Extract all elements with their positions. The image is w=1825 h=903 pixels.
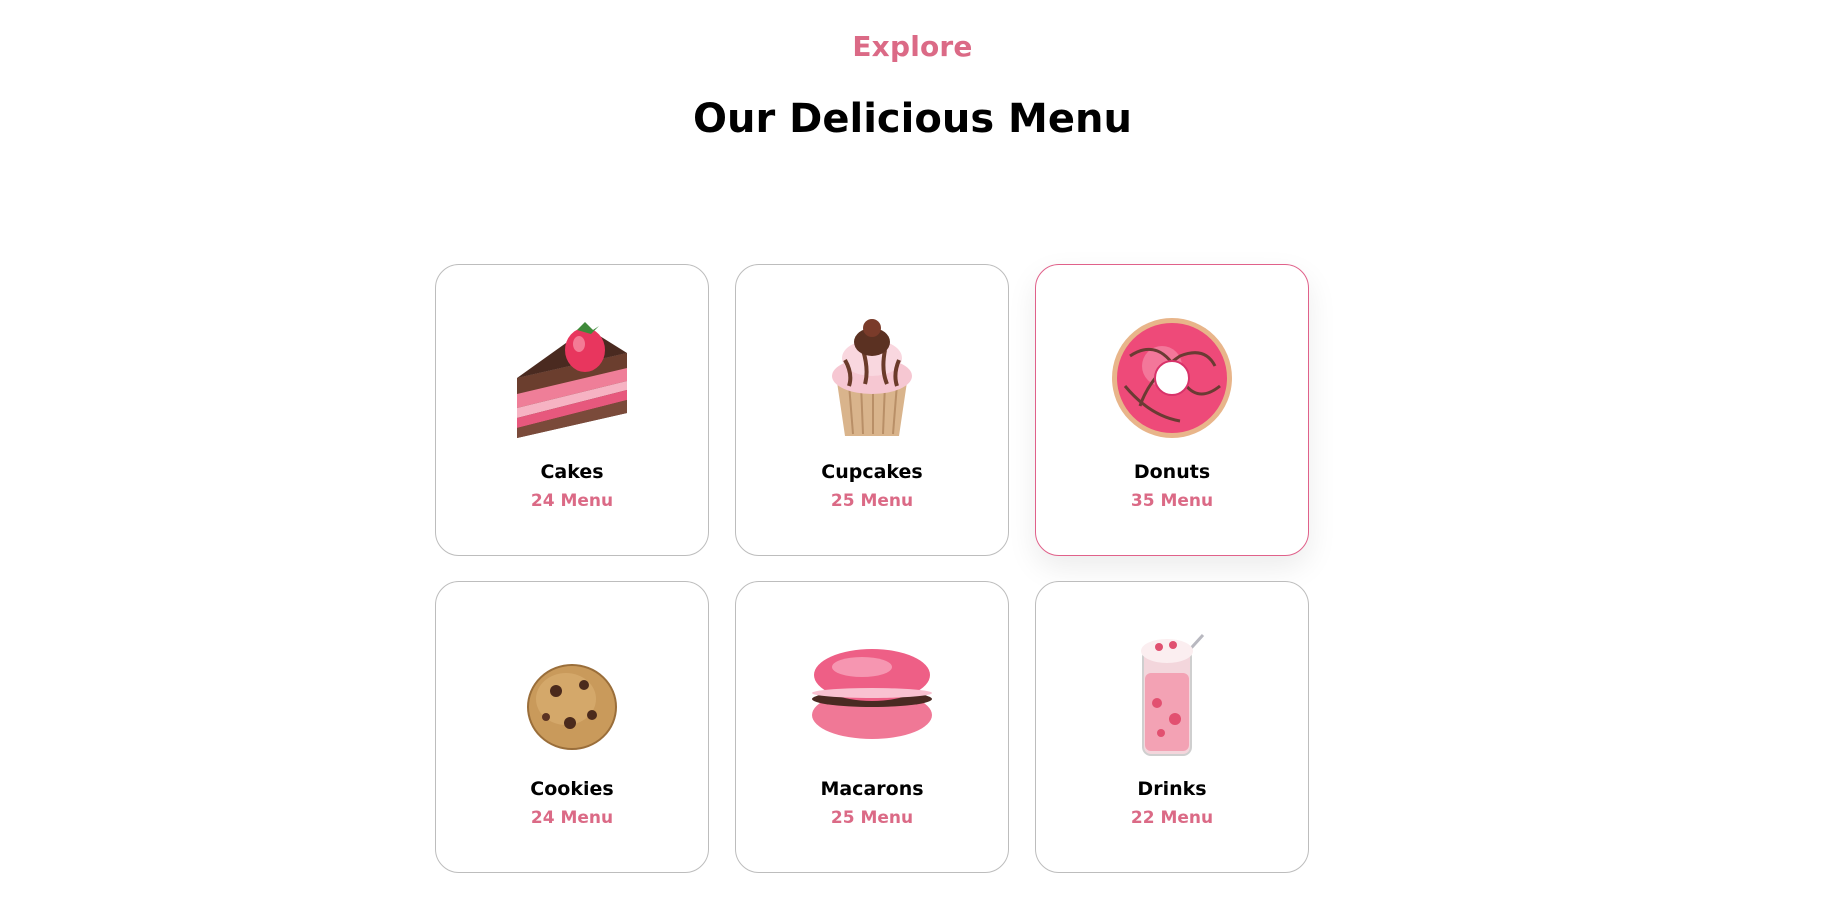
category-count: 25 Menu: [830, 491, 914, 511]
section-eyebrow: Explore: [852, 30, 973, 63]
cupcake-icon: [736, 315, 1008, 441]
category-count: 24 Menu: [530, 491, 614, 511]
category-name: Cookies: [530, 778, 614, 800]
category-card-macarons[interactable]: Macarons 25 Menu: [735, 581, 1009, 873]
cookie-icon: [436, 632, 708, 758]
category-card-cookies[interactable]: Cookies 24 Menu: [435, 581, 709, 873]
category-name: Donuts: [1133, 461, 1211, 483]
category-card-drinks[interactable]: Drinks 22 Menu: [1035, 581, 1309, 873]
category-name: Drinks: [1137, 778, 1207, 800]
category-count: 35 Menu: [1130, 491, 1214, 511]
category-card-donuts[interactable]: Donuts 35 Menu: [1035, 264, 1309, 556]
category-name: Cakes: [540, 461, 604, 483]
menu-page: Explore Our Delicious Menu Cakes 24 Menu…: [0, 0, 1825, 903]
category-count: 25 Menu: [830, 808, 914, 828]
drink-icon: [1036, 632, 1308, 758]
category-grid: Cakes 24 Menu Cupcakes 25 Menu Donuts 35…: [435, 264, 1309, 873]
category-name: Macarons: [820, 778, 924, 800]
section-title: Our Delicious Menu: [693, 96, 1132, 142]
category-card-cupcakes[interactable]: Cupcakes 25 Menu: [735, 264, 1009, 556]
category-card-cakes[interactable]: Cakes 24 Menu: [435, 264, 709, 556]
cake-slice-icon: [436, 315, 708, 441]
macaron-icon: [736, 632, 1008, 758]
category-count: 24 Menu: [530, 808, 614, 828]
category-name: Cupcakes: [821, 461, 923, 483]
category-count: 22 Menu: [1130, 808, 1214, 828]
donut-icon: [1036, 315, 1308, 441]
